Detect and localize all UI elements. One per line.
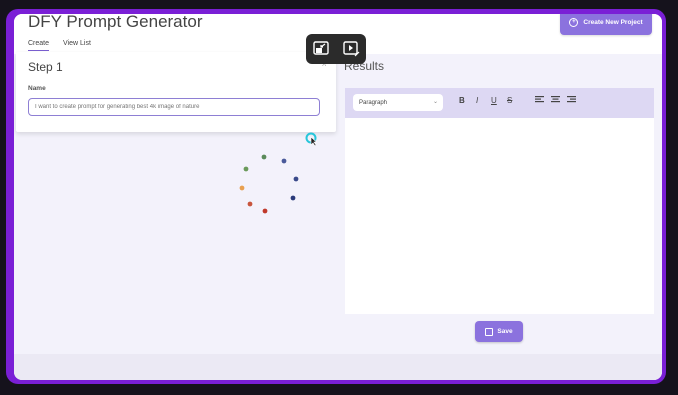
editor-toolbar: Paragraph ⌄ B I U S xyxy=(345,88,654,118)
cursor-icon xyxy=(305,132,318,147)
underline-button[interactable]: U xyxy=(491,96,497,105)
loading-spinner-icon xyxy=(239,154,299,214)
pip-overlay xyxy=(306,34,366,64)
results-editor[interactable] xyxy=(345,118,654,314)
align-right-icon[interactable] xyxy=(567,96,576,106)
format-select[interactable]: Paragraph ⌄ xyxy=(353,94,443,111)
step-title: Step 1 xyxy=(28,60,63,74)
create-new-project-button[interactable]: + Create New Project xyxy=(560,14,652,35)
save-button[interactable]: Save xyxy=(475,321,523,342)
align-center-icon[interactable] xyxy=(551,96,560,106)
chevron-down-icon: ⌄ xyxy=(432,99,438,105)
save-label: Save xyxy=(497,328,513,335)
app-screen: DFY Prompt Generator Create View List + … xyxy=(14,14,662,380)
name-input[interactable] xyxy=(28,98,320,116)
strikethrough-button[interactable]: S xyxy=(507,96,512,105)
create-new-project-label: Create New Project xyxy=(583,19,643,26)
italic-button[interactable]: I xyxy=(476,96,478,105)
footer-bar xyxy=(14,354,662,380)
format-select-value: Paragraph xyxy=(359,99,388,106)
page-title: DFY Prompt Generator xyxy=(28,14,203,31)
save-icon xyxy=(485,327,494,336)
exit-fullscreen-icon[interactable] xyxy=(312,40,330,58)
tab-create[interactable]: Create xyxy=(28,40,50,51)
play-magic-icon[interactable] xyxy=(342,40,360,58)
step-card: Step 1 ^ Name xyxy=(16,52,336,132)
align-left-icon[interactable] xyxy=(535,96,544,106)
plus-circle-icon: + xyxy=(569,18,579,27)
bold-button[interactable]: B xyxy=(459,96,465,105)
name-label: Name xyxy=(28,85,46,92)
tab-view-list[interactable]: View List xyxy=(63,40,91,47)
